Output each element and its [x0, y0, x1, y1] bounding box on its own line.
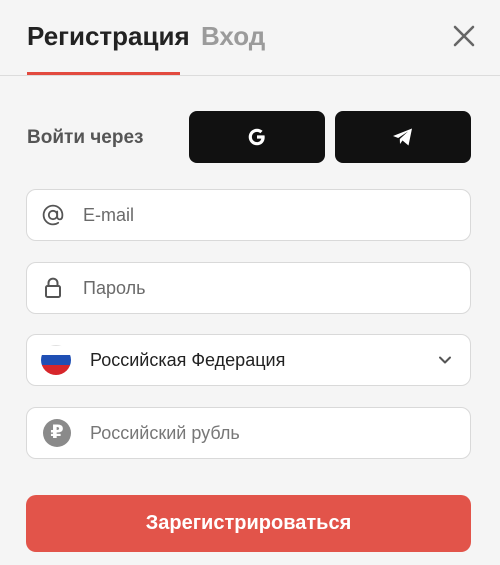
country-value: Российская Федерация	[90, 350, 286, 370]
close-icon	[453, 25, 475, 47]
google-login-button[interactable]	[189, 111, 325, 163]
telegram-icon	[393, 128, 412, 146]
email-input[interactable]	[83, 190, 453, 240]
social-login-label: Войти через	[27, 127, 144, 148]
currency-select[interactable]: ₽ Российский рубль	[26, 407, 471, 459]
password-input[interactable]	[83, 263, 453, 313]
modal-header: Регистрация Вход	[0, 0, 500, 76]
active-tab-indicator	[27, 72, 180, 75]
lock-icon	[45, 277, 61, 298]
email-field	[26, 189, 471, 241]
country-select[interactable]: Российская Федерация	[26, 334, 471, 386]
register-button[interactable]: Зарегистрироваться	[26, 495, 471, 552]
google-icon	[248, 128, 265, 146]
currency-value: Российский рубль	[90, 423, 240, 443]
telegram-login-button[interactable]	[335, 111, 471, 163]
close-button[interactable]	[450, 22, 478, 50]
password-field	[26, 262, 471, 314]
at-sign-icon	[42, 204, 64, 226]
russia-flag-icon	[41, 345, 71, 375]
tab-register[interactable]: Регистрация	[27, 18, 190, 54]
chevron-down-icon	[439, 356, 451, 364]
ruble-icon: ₽	[43, 419, 71, 447]
tab-login[interactable]: Вход	[201, 18, 265, 54]
